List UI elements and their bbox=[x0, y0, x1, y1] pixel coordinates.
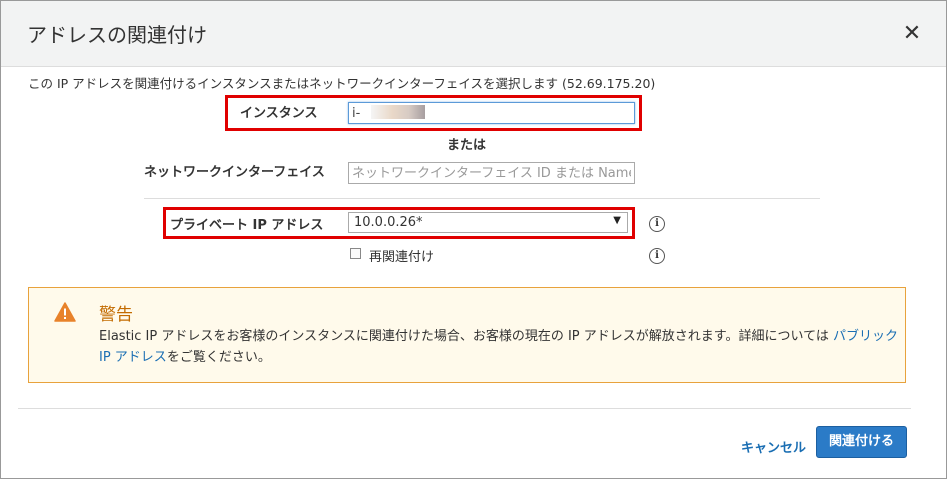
associate-address-dialog: アドレスの関連付け ✕ この IP アドレスを関連付けるインスタンスまたはネット… bbox=[0, 0, 947, 479]
chevron-down-icon: ▼ bbox=[613, 215, 621, 226]
or-label: または bbox=[447, 138, 487, 153]
private-ip-label: プライベート IP アドレス bbox=[170, 218, 324, 233]
reassociate-checkbox[interactable] bbox=[350, 248, 361, 259]
warning-title: 警告 bbox=[99, 305, 133, 325]
network-interface-label: ネットワークインターフェイス bbox=[144, 165, 325, 180]
dialog-header: アドレスの関連付け ✕ bbox=[1, 1, 946, 67]
close-icon[interactable]: ✕ bbox=[899, 21, 925, 47]
intro-text: この IP アドレスを関連付けるインスタンスまたはネットワークインターフェイスを… bbox=[28, 76, 656, 91]
info-icon[interactable]: i bbox=[649, 248, 665, 264]
warning-text: Elastic IP アドレスをお客様のインスタンスに関連付けた場合、お客様の現… bbox=[99, 329, 833, 344]
warning-body: Elastic IP アドレスをお客様のインスタンスに関連付けた場合、お客様の現… bbox=[99, 326, 899, 368]
masked-instance-id bbox=[371, 105, 425, 119]
warning-alert: 警告 Elastic IP アドレスをお客様のインスタンスに関連付けた場合、お客… bbox=[28, 287, 906, 383]
warning-icon bbox=[54, 302, 76, 326]
dialog-title: アドレスの関連付け bbox=[27, 23, 207, 47]
reassociate-label[interactable]: 再関連付け bbox=[369, 246, 434, 265]
instance-label: インスタンス bbox=[240, 106, 318, 121]
network-interface-input[interactable] bbox=[348, 162, 635, 184]
form-divider bbox=[144, 198, 820, 199]
warning-suffix: をご覧ください。 bbox=[166, 350, 271, 365]
cancel-button[interactable]: キャンセル bbox=[741, 437, 806, 456]
private-ip-select[interactable]: 10.0.0.26* ▼ bbox=[348, 212, 628, 233]
info-icon[interactable]: i bbox=[649, 216, 665, 232]
private-ip-selected-value: 10.0.0.26* bbox=[354, 215, 423, 230]
footer-divider bbox=[18, 408, 911, 409]
associate-button[interactable]: 関連付ける bbox=[816, 426, 907, 458]
